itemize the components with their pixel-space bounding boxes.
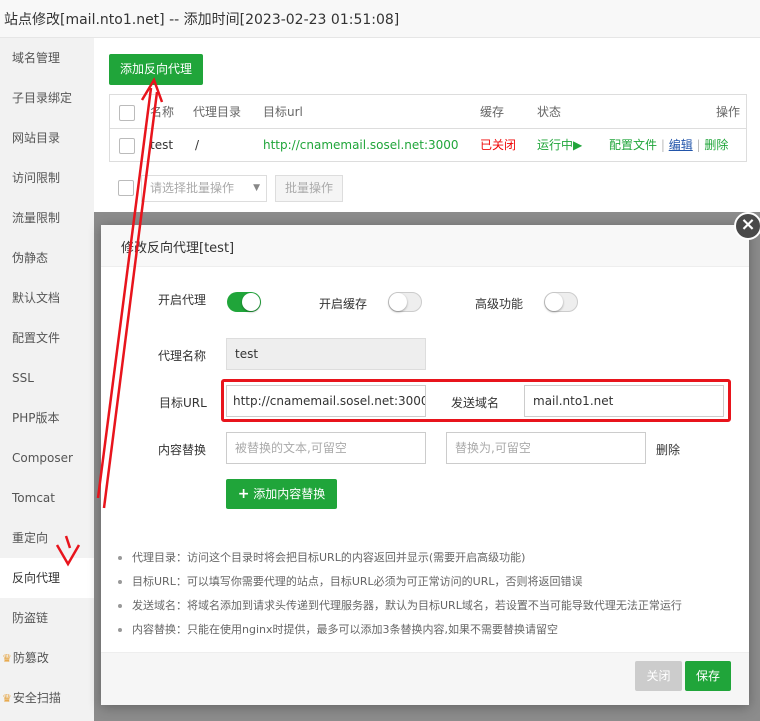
help-notes: 代理目录：访问这个目录时将会把目标URL的内容返回并显示(需要开启高级功能) 目… (118, 546, 748, 642)
proxy-table: 名称 代理目录 目标url 缓存 状态 操作 test / http://cna… (109, 94, 747, 162)
modal-header: 修改反向代理[test] (101, 225, 749, 267)
note-item: 发送域名：将域名添加到请求头传递到代理服务器，默认为目标URL域名，若设置不当可… (118, 594, 748, 618)
column-header-dir: 代理目录 (193, 105, 242, 119)
annotation-highlight-box (221, 379, 731, 422)
modal-close-icon[interactable]: × (734, 212, 760, 240)
batch-checkbox[interactable] (118, 180, 134, 196)
close-button[interactable]: 关闭 (635, 661, 682, 691)
proxy-name-label: 代理名称 (158, 349, 207, 363)
add-replace-button[interactable]: + 添加内容替换 (226, 479, 337, 509)
sidebar-item-tamper-proof[interactable]: ♛防篡改 (0, 638, 94, 678)
sidebar-item-ssl[interactable]: SSL (0, 358, 94, 398)
sidebar: 域名管理 子目录绑定 网站目录 访问限制 流量限制 伪静态 默认文档 配置文件 … (0, 38, 94, 721)
proxy-name-input[interactable]: test (226, 338, 426, 370)
row-name: test (150, 138, 174, 152)
enable-proxy-toggle[interactable] (227, 292, 261, 312)
advanced-toggle[interactable] (544, 292, 578, 312)
column-header-cache: 缓存 (480, 105, 505, 119)
column-header-actions: 操作 (716, 105, 741, 119)
add-reverse-proxy-button[interactable]: 添加反向代理 (109, 54, 203, 85)
batch-select-placeholder: 请选择批量操作 (150, 181, 235, 195)
sidebar-item-domain[interactable]: 域名管理 (0, 38, 94, 78)
replace-from-input[interactable]: 被替换的文本,可留空 (226, 432, 426, 464)
enable-proxy-label: 开启代理 (158, 293, 207, 307)
batch-action-button[interactable]: 批量操作 (275, 175, 343, 202)
row-target-url: http://cnamemail.sosel.net:3000 (263, 138, 459, 152)
batch-action-select[interactable]: 请选择批量操作 ▼ (141, 175, 267, 202)
replace-delete-link[interactable]: 删除 (656, 441, 680, 458)
crown-icon: ♛ (2, 652, 12, 665)
sidebar-item-config-file[interactable]: 配置文件 (0, 318, 94, 358)
sidebar-item-hotlink[interactable]: 防盗链 (0, 598, 94, 638)
add-replace-label: 添加内容替换 (253, 487, 326, 501)
column-header-target: 目标url (263, 105, 303, 119)
sidebar-item-reverse-proxy[interactable]: 反向代理 (0, 558, 94, 598)
sidebar-item-site-dir[interactable]: 网站目录 (0, 118, 94, 158)
column-header-status: 状态 (537, 105, 562, 119)
note-item: 代理目录：访问这个目录时将会把目标URL的内容返回并显示(需要开启高级功能) (118, 546, 748, 570)
row-actions: 配置文件 | 编辑 | 删除 (609, 138, 729, 152)
sidebar-item-label: 安全扫描 (12, 691, 61, 705)
modal-title: 修改反向代理[test] (121, 241, 235, 256)
sidebar-item-default-doc[interactable]: 默认文档 (0, 278, 94, 318)
enable-cache-toggle[interactable] (388, 292, 422, 312)
sidebar-item-composer[interactable]: Composer (0, 438, 94, 478)
replace-to-input[interactable]: 替换为,可留空 (446, 432, 646, 464)
title-bar: 站点修改[mail.nto1.net] -- 添加时间[2023-02-23 0… (0, 0, 760, 38)
row-checkbox[interactable] (119, 138, 135, 154)
delete-link[interactable]: 删除 (704, 138, 728, 152)
chevron-down-icon: ▼ (253, 183, 260, 193)
save-button[interactable]: 保存 (685, 661, 731, 691)
advanced-label: 高级功能 (475, 297, 524, 311)
sidebar-item-subdir[interactable]: 子目录绑定 (0, 78, 94, 118)
sidebar-item-rewrite[interactable]: 伪静态 (0, 238, 94, 278)
row-run-status[interactable]: 运行中▶ (537, 129, 582, 162)
content-replace-label: 内容替换 (158, 443, 207, 457)
note-item: 内容替换：只能在使用nginx时提供，最多可以添加3条替换内容,如果不需要替换请… (118, 618, 748, 642)
site-edit-window: 站点修改[mail.nto1.net] -- 添加时间[2023-02-23 0… (0, 0, 760, 721)
select-all-checkbox[interactable] (119, 105, 135, 121)
sidebar-item-redirect[interactable]: 重定向 (0, 518, 94, 558)
sidebar-item-php-version[interactable]: PHP版本 (0, 398, 94, 438)
sidebar-item-access-limit[interactable]: 访问限制 (0, 158, 94, 198)
row-cache-status[interactable]: 已关闭 (480, 129, 516, 162)
sidebar-item-label: 防篡改 (12, 651, 49, 665)
sidebar-item-tomcat[interactable]: Tomcat (0, 478, 94, 518)
edit-link[interactable]: 编辑 (669, 138, 693, 152)
enable-cache-label: 开启缓存 (319, 297, 368, 311)
modal-footer: 关闭 保存 (101, 652, 749, 705)
config-file-link[interactable]: 配置文件 (609, 138, 657, 152)
sidebar-item-traffic-limit[interactable]: 流量限制 (0, 198, 94, 238)
sidebar-item-security-scan[interactable]: ♛安全扫描 (0, 678, 94, 718)
column-header-name: 名称 (150, 105, 175, 119)
note-item: 目标URL：可以填写你需要代理的站点，目标URL必须为可正常访问的URL，否则将… (118, 570, 748, 594)
target-url-label: 目标URL (159, 396, 207, 410)
crown-icon: ♛ (2, 692, 12, 705)
plus-icon: + (237, 486, 250, 502)
window-title: 站点修改[mail.nto1.net] -- 添加时间[2023-02-23 0… (4, 12, 400, 28)
row-dir: / (195, 138, 200, 152)
